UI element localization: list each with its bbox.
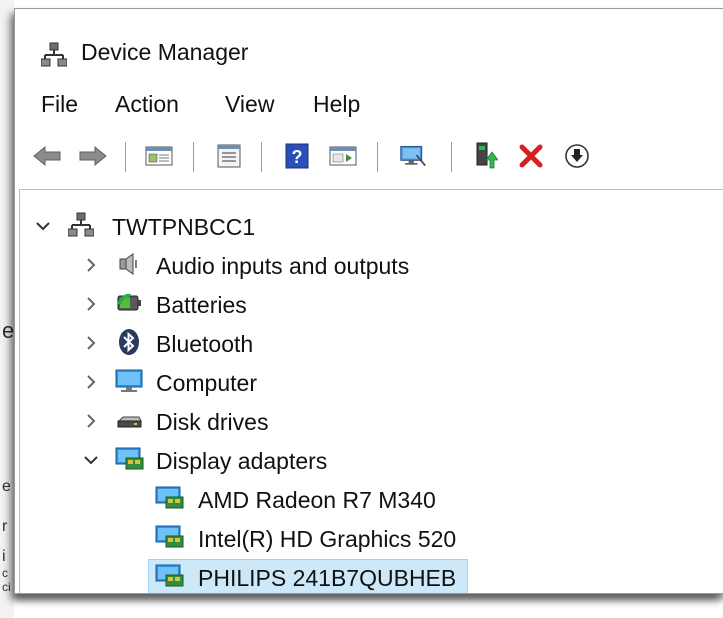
- chevron-right-icon[interactable]: [82, 295, 100, 313]
- device-manager-icon: [40, 42, 68, 73]
- computer-network-icon: [66, 212, 96, 238]
- tree-node-label: Computer: [156, 370, 257, 396]
- toolbar: ?: [15, 135, 723, 177]
- tree-node-bluetooth[interactable]: Bluetooth: [20, 325, 723, 361]
- scan-hardware-icon[interactable]: [399, 143, 427, 169]
- update-driver-icon[interactable]: [471, 142, 499, 169]
- device-manager-window: Device Manager File Action View Help ? T…: [14, 8, 723, 594]
- background-window: e e r i c ci: [0, 0, 14, 618]
- background-text: ci: [2, 580, 11, 594]
- tree-root-label: TWTPNBCC1: [112, 214, 256, 240]
- background-text: e: [2, 478, 11, 495]
- tree-node-label: AMD Radeon R7 M340: [198, 487, 436, 513]
- tree-node-disk-drives[interactable]: Disk drives: [20, 403, 723, 439]
- speaker-icon: [114, 251, 144, 277]
- title-bar[interactable]: Device Manager: [15, 9, 723, 81]
- chevron-right-icon[interactable]: [82, 334, 100, 352]
- back-icon[interactable]: [33, 143, 61, 169]
- display-adapter-icon: [154, 563, 184, 589]
- chevron-down-icon[interactable]: [82, 451, 100, 469]
- menu-action[interactable]: Action: [115, 91, 179, 118]
- menu-file[interactable]: File: [41, 91, 78, 118]
- tree-node-root[interactable]: TWTPNBCC1: [20, 208, 723, 244]
- background-text: r: [2, 518, 8, 535]
- tree-node-label: Intel(R) HD Graphics 520: [198, 526, 457, 552]
- toolbar-separator: [451, 142, 452, 172]
- forward-icon[interactable]: [79, 143, 107, 169]
- tree-node-audio[interactable]: Audio inputs and outputs: [20, 247, 723, 283]
- svg-text:?: ?: [292, 147, 303, 167]
- help-icon[interactable]: ?: [283, 143, 311, 169]
- toolbar-separator: [193, 142, 194, 172]
- tree-node-label: Disk drives: [156, 409, 269, 435]
- tree-node-philips-monitor[interactable]: PHILIPS 241B7QUBHEB: [20, 559, 723, 593]
- display-adapter-icon: [154, 524, 184, 550]
- tree-node-batteries[interactable]: Batteries: [20, 286, 723, 322]
- menu-view[interactable]: View: [225, 91, 274, 118]
- toolbar-separator: [125, 142, 126, 172]
- tree-node-label: Batteries: [156, 292, 247, 318]
- window-title: Device Manager: [81, 39, 249, 65]
- device-tree: TWTPNBCC1 Audio inputs and outputs Batte…: [19, 189, 723, 593]
- chevron-down-icon[interactable]: [34, 217, 52, 235]
- toolbar-separator: [261, 142, 262, 172]
- chevron-right-icon[interactable]: [82, 256, 100, 274]
- uninstall-icon[interactable]: [517, 143, 545, 169]
- disable-device-icon[interactable]: [563, 143, 591, 169]
- tree-node-intel-hd[interactable]: Intel(R) HD Graphics 520: [20, 520, 723, 556]
- tree-node-label: PHILIPS 241B7QUBHEB: [198, 565, 457, 591]
- tree-node-label: Bluetooth: [156, 331, 254, 357]
- chevron-right-icon[interactable]: [82, 373, 100, 391]
- tree-node-computer[interactable]: Computer: [20, 364, 723, 400]
- menu-bar: File Action View Help: [15, 91, 723, 127]
- chevron-right-icon[interactable]: [82, 412, 100, 430]
- properties-icon[interactable]: [215, 143, 243, 169]
- action-pane-icon[interactable]: [329, 143, 357, 169]
- display-adapter-icon: [114, 446, 144, 472]
- background-text: e: [2, 318, 15, 343]
- tree-node-label: Display adapters: [156, 448, 328, 474]
- bluetooth-icon: [114, 329, 144, 355]
- tree-node-label: Audio inputs and outputs: [156, 253, 410, 279]
- display-adapter-icon: [154, 485, 184, 511]
- background-text: i: [2, 548, 6, 565]
- show-hide-console-tree-icon[interactable]: [145, 143, 173, 169]
- battery-icon: [114, 290, 144, 316]
- background-text: c: [2, 566, 8, 580]
- computer-icon: [114, 368, 144, 394]
- disk-drive-icon: [114, 407, 144, 433]
- menu-help[interactable]: Help: [313, 91, 360, 118]
- tree-node-display-adapters[interactable]: Display adapters: [20, 442, 723, 478]
- toolbar-separator: [377, 142, 378, 172]
- tree-node-amd-radeon[interactable]: AMD Radeon R7 M340: [20, 481, 723, 517]
